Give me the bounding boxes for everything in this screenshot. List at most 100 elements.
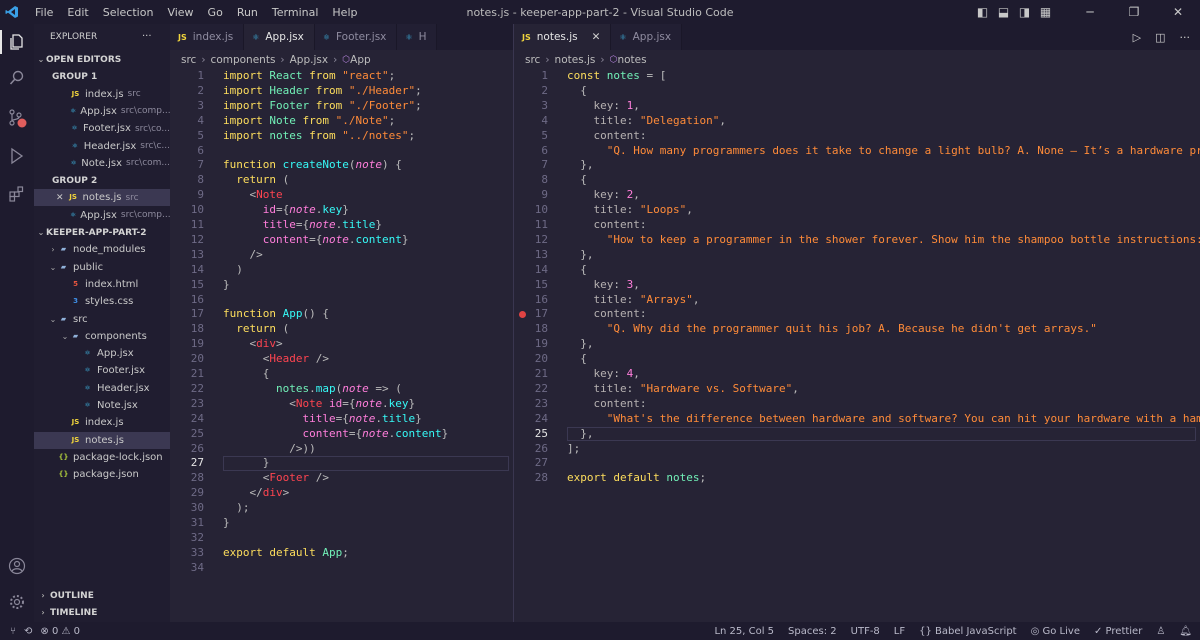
open-editor-item[interactable]: ⚛ App.jsx src\comp... bbox=[34, 207, 170, 224]
jsx-file-icon: ⚛ bbox=[84, 366, 91, 375]
tree-item[interactable]: ⚛ Header.jsx bbox=[34, 380, 170, 397]
search-icon[interactable] bbox=[5, 66, 29, 90]
current-line-highlight bbox=[223, 456, 509, 472]
notifications-bell-icon[interactable]: 🔔︎ bbox=[1179, 626, 1192, 637]
prettier-status[interactable]: ✓ Prettier bbox=[1094, 626, 1142, 637]
account-icon[interactable] bbox=[5, 554, 29, 578]
tab-index-js[interactable]: JS index.js bbox=[170, 24, 245, 50]
customize-layout-icon[interactable]: ▦ bbox=[1037, 5, 1054, 19]
indentation[interactable]: Spaces: 2 bbox=[788, 626, 837, 637]
close-tab-icon[interactable]: ✕ bbox=[592, 31, 601, 43]
folder-file-icon: ▰ bbox=[72, 331, 79, 340]
menu-item-file[interactable]: File bbox=[28, 6, 60, 19]
layout-sidebar-icon[interactable]: ◧ bbox=[974, 5, 991, 19]
open-editor-item[interactable]: ⚛ Footer.jsx src\co... bbox=[34, 120, 170, 137]
accounts-icon[interactable]: ♙ bbox=[1156, 626, 1165, 637]
line-number: 27 bbox=[534, 456, 548, 470]
tab-app-jsx[interactable]: ⚛ App.jsx bbox=[244, 24, 315, 50]
timeline-section[interactable]: › TIMELINE bbox=[34, 604, 170, 621]
end-of-line[interactable]: LF bbox=[894, 626, 905, 637]
go-live-button[interactable]: ◎ Go Live bbox=[1031, 626, 1080, 637]
tree-item[interactable]: JS notes.js bbox=[34, 431, 170, 449]
project-folder-header[interactable]: ⌄ KEEPER-APP-PART-2 bbox=[34, 224, 170, 241]
tab-h[interactable]: ⚛ H bbox=[397, 24, 438, 50]
code-token: /> bbox=[223, 247, 263, 261]
outline-label: OUTLINE bbox=[50, 590, 94, 601]
breadcrumb-item[interactable]: src bbox=[525, 54, 540, 66]
explorer-icon[interactable] bbox=[0, 30, 29, 54]
open-editor-item[interactable]: ✕ JS notes.js src bbox=[34, 189, 170, 207]
breadcrumb-item[interactable]: notes.js bbox=[555, 54, 596, 66]
language-mode[interactable]: {} Babel JavaScript bbox=[919, 626, 1016, 637]
code-token: { bbox=[567, 352, 587, 366]
remote-icon[interactable]: ⑂ bbox=[10, 626, 16, 637]
extensions-icon[interactable] bbox=[5, 182, 29, 206]
tree-item[interactable]: ⚛ App.jsx bbox=[34, 345, 170, 362]
minimize-button[interactable]: ─ bbox=[1068, 5, 1112, 19]
menu-item-selection[interactable]: Selection bbox=[96, 6, 161, 19]
tree-item[interactable]: ⌄ ▰ src bbox=[34, 311, 170, 328]
cursor-position[interactable]: Ln 25, Col 5 bbox=[714, 626, 774, 637]
split-editor-icon[interactable]: ◫ bbox=[1155, 31, 1165, 44]
menu-item-help[interactable]: Help bbox=[325, 6, 364, 19]
code-line: title: "Hardware vs. Software", bbox=[567, 382, 799, 397]
group-1-header[interactable]: GROUP 1 bbox=[34, 68, 170, 85]
tab-label: notes.js bbox=[536, 31, 578, 43]
tree-item[interactable]: {} package-lock.json bbox=[34, 449, 170, 466]
tree-item[interactable]: 3 styles.css bbox=[34, 293, 170, 310]
open-editor-item[interactable]: JS index.js src bbox=[34, 86, 170, 103]
menu-item-terminal[interactable]: Terminal bbox=[265, 6, 326, 19]
tree-item[interactable]: JS index.js bbox=[34, 414, 170, 431]
code-token: return bbox=[236, 322, 283, 336]
layout-panel-icon[interactable]: ⬓ bbox=[995, 5, 1012, 19]
breadcrumb-item[interactable]: src bbox=[181, 54, 196, 66]
tree-item[interactable]: {} package.json bbox=[34, 466, 170, 483]
tree-item[interactable]: ⚛ Note.jsx bbox=[34, 397, 170, 414]
open-editors-section[interactable]: ⌄ OPEN EDITORS bbox=[34, 51, 170, 68]
breadcrumb-item[interactable]: App.jsx bbox=[290, 54, 328, 66]
line-number: 2 bbox=[197, 83, 204, 97]
run-icon[interactable]: ▷ bbox=[1133, 31, 1141, 44]
encoding[interactable]: UTF-8 bbox=[851, 626, 880, 637]
group-2-header[interactable]: GROUP 2 bbox=[34, 172, 170, 189]
tab-footer-jsx[interactable]: ⚛ Footer.jsx bbox=[314, 24, 398, 50]
tree-item[interactable]: 5 index.html bbox=[34, 276, 170, 293]
menu-item-go[interactable]: Go bbox=[201, 6, 230, 19]
menu-item-edit[interactable]: Edit bbox=[60, 6, 95, 19]
jsx-file-icon: ⚛ bbox=[71, 141, 78, 150]
tab-notes-js[interactable]: JS notes.js ✕ bbox=[514, 24, 612, 50]
close-window-button[interactable]: ✕ bbox=[1156, 5, 1200, 19]
close-icon[interactable]: ✕ bbox=[56, 193, 64, 203]
tree-item[interactable]: ⚛ Footer.jsx bbox=[34, 362, 170, 379]
code-line: /> bbox=[223, 247, 263, 263]
open-editor-item[interactable]: ⚛ Note.jsx src\com... bbox=[34, 155, 170, 172]
breadcrumb-item[interactable]: App bbox=[350, 54, 371, 66]
layout-secondary-icon[interactable]: ◨ bbox=[1016, 5, 1033, 19]
menu-item-view[interactable]: View bbox=[160, 6, 200, 19]
tree-item[interactable]: ⌄ ▰ components bbox=[34, 328, 170, 345]
tab-app-jsx[interactable]: ⚛ App.jsx bbox=[611, 24, 683, 50]
open-editor-item[interactable]: ⚛ App.jsx src\comp... bbox=[34, 103, 170, 120]
more-actions-icon[interactable]: ··· bbox=[142, 28, 162, 45]
left-code-editor[interactable]: 1 import React from "react"; 2 import Heade… bbox=[170, 69, 513, 622]
sync-icon[interactable]: ⟲ bbox=[24, 626, 32, 637]
right-code-editor[interactable]: 1 const notes = [2 {3 key: 1, 4 title: "De… bbox=[514, 69, 1200, 622]
menu-item-run[interactable]: Run bbox=[230, 6, 265, 19]
source-control-icon[interactable] bbox=[5, 106, 29, 130]
open-editor-item[interactable]: ⚛ Header.jsx src\c... bbox=[34, 138, 170, 155]
more-actions-icon[interactable]: ··· bbox=[1180, 31, 1191, 44]
run-debug-icon[interactable] bbox=[5, 144, 29, 168]
maximize-button[interactable]: ❐ bbox=[1112, 5, 1156, 19]
outline-section[interactable]: › OUTLINE bbox=[34, 587, 170, 604]
settings-gear-icon[interactable] bbox=[5, 590, 29, 614]
tree-item[interactable]: ⌄ ▰ public bbox=[34, 259, 170, 276]
code-token: < bbox=[223, 352, 270, 366]
breadcrumb-item[interactable]: notes bbox=[617, 54, 646, 66]
problems-count[interactable]: ⊗ 0 ⚠ 0 bbox=[40, 626, 80, 637]
code-token: } bbox=[223, 277, 230, 291]
breadcrumb-item[interactable]: components bbox=[211, 54, 276, 66]
tab-label: index.js bbox=[192, 31, 234, 43]
line-number: 31 bbox=[190, 516, 204, 529]
item-description: src\comp... bbox=[120, 210, 170, 221]
tree-item[interactable]: › ▰ node_modules bbox=[34, 241, 170, 258]
